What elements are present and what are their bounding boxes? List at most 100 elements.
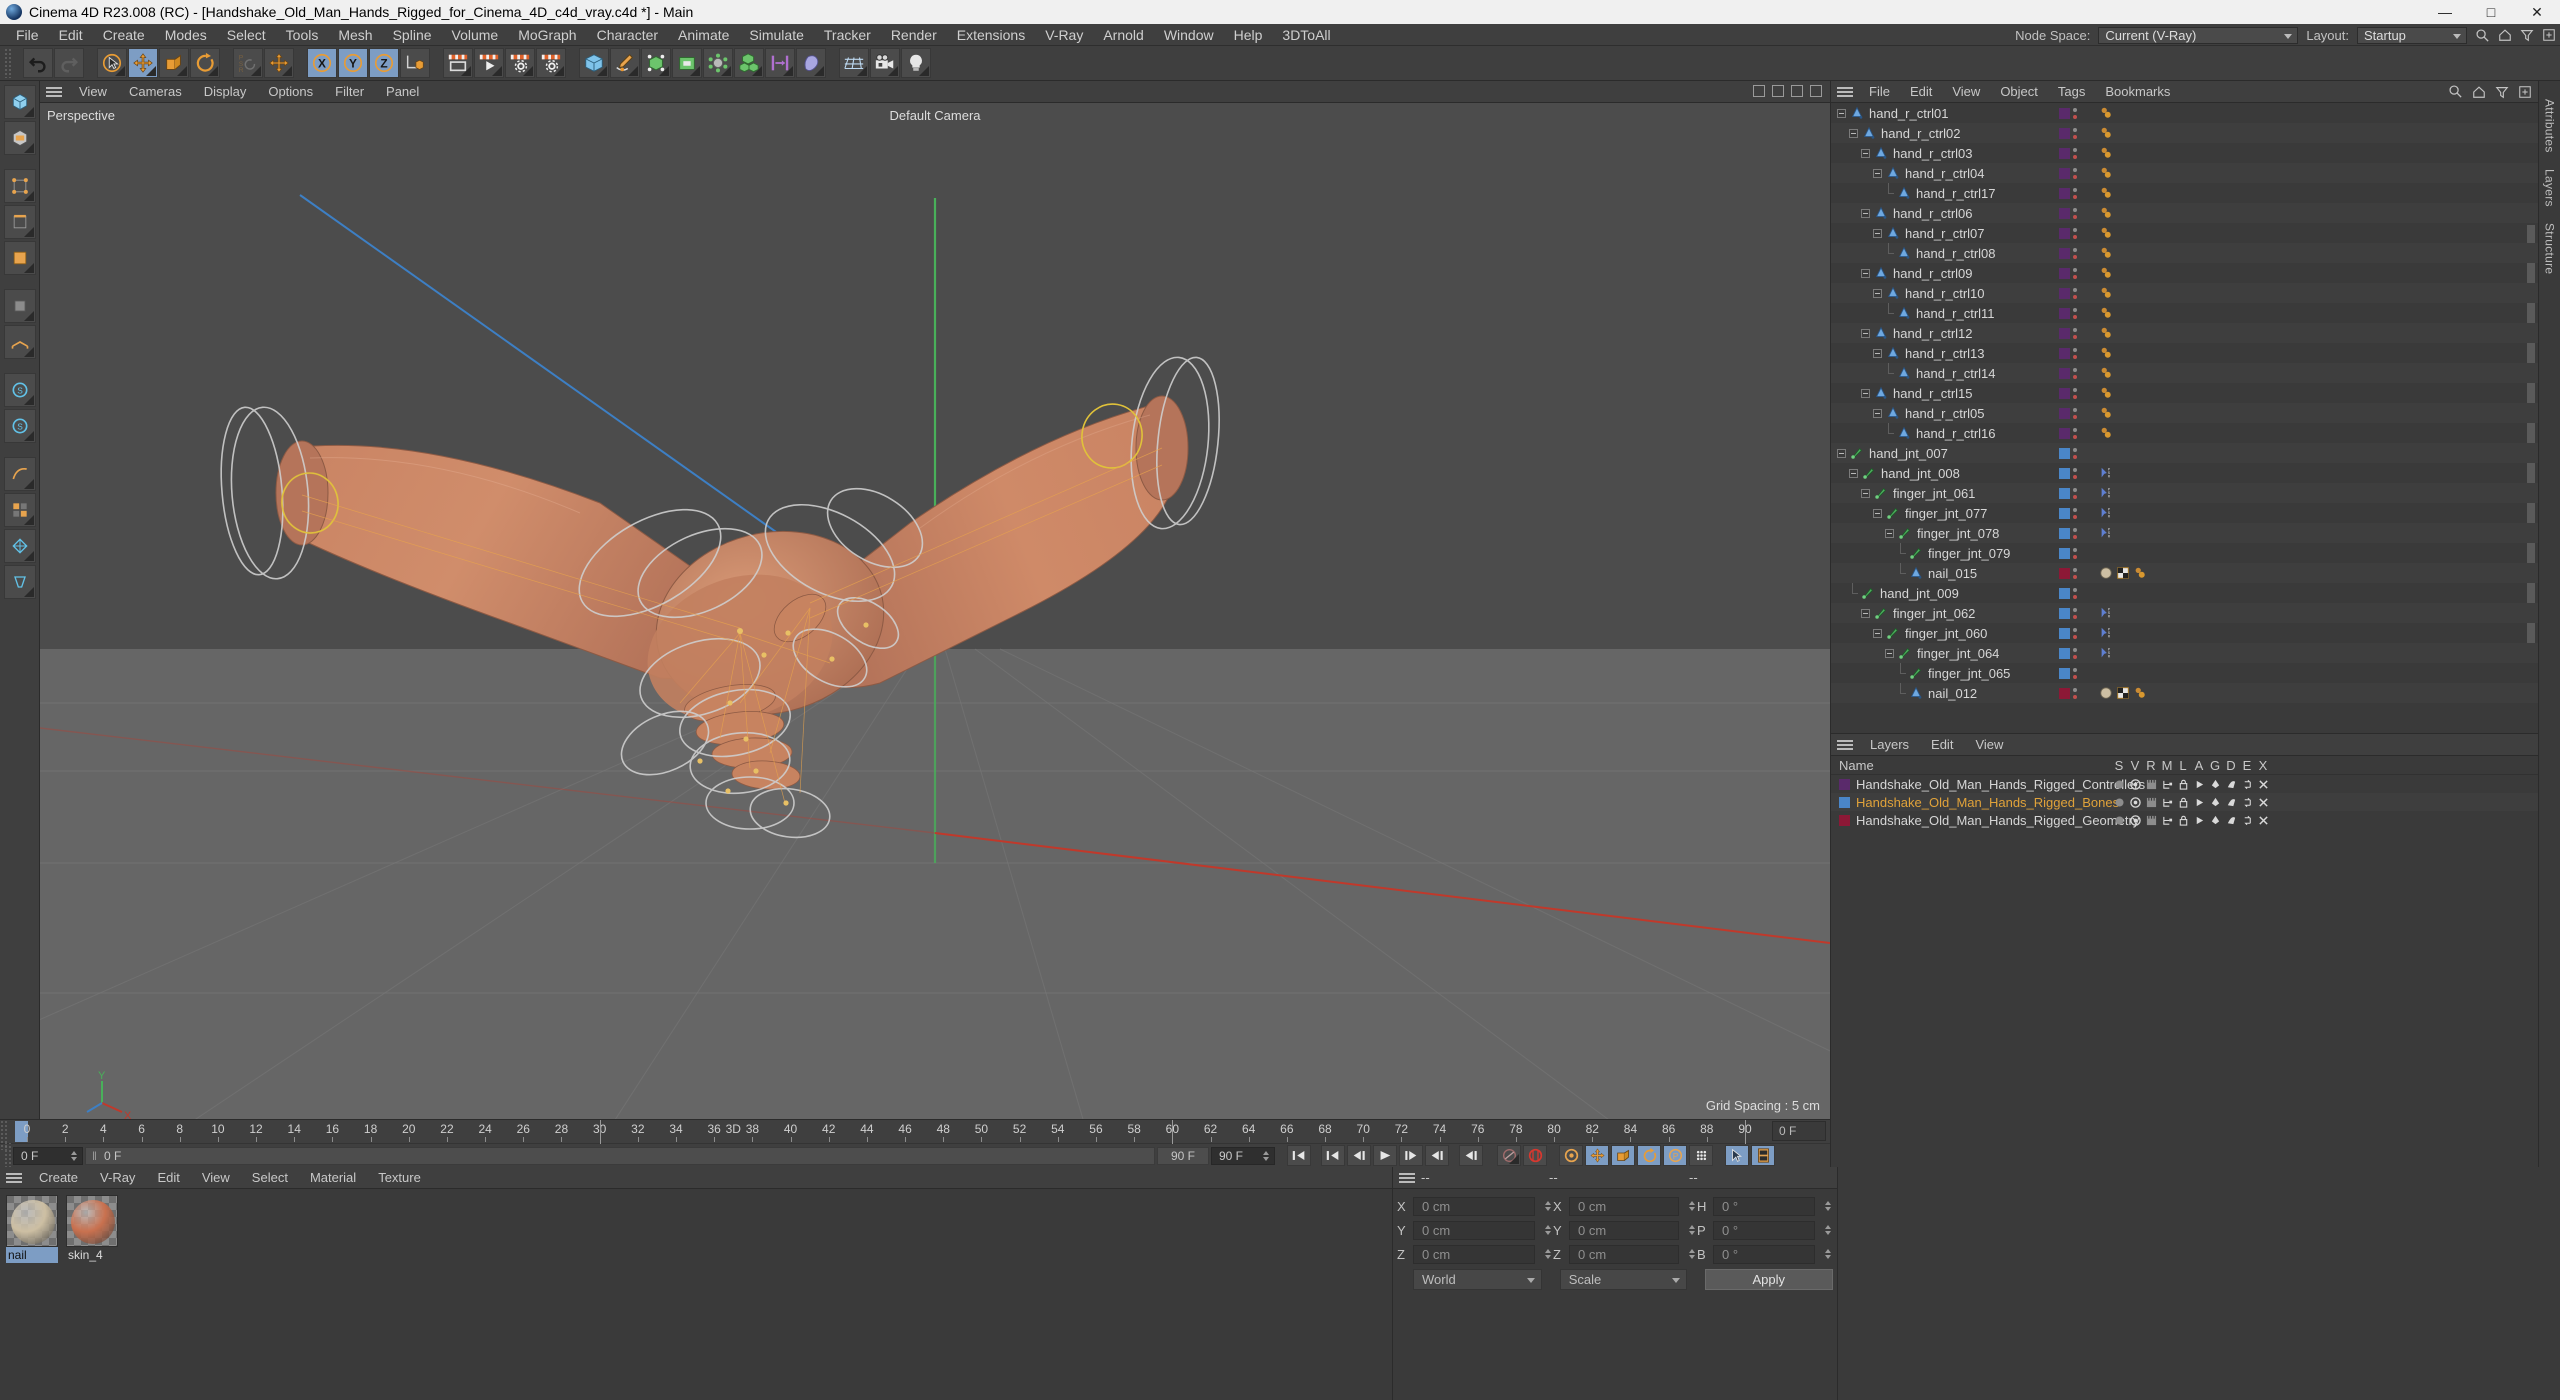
object-visibility-toggle[interactable] [2072,686,2078,700]
material-swatch[interactable]: nail [6,1195,58,1400]
layer-manager-toggle[interactable] [2159,815,2175,826]
object-visibility-toggle[interactable] [2072,466,2078,480]
size-z-input[interactable]: 0 cm [1569,1244,1679,1264]
side-tab-layers[interactable]: Layers [2543,161,2557,215]
live-selection-tool[interactable] [97,48,127,78]
object-visibility-dots[interactable] [2059,225,2078,241]
object-tree-row[interactable]: finger_jnt_060 P S R [1831,623,2538,643]
uv-mesh-button[interactable] [3,529,36,563]
node-space-dropdown[interactable]: Current (V-Ray) [2098,26,2299,44]
object-menu-item-tags[interactable]: Tags [2048,84,2095,99]
psr-lock-tool[interactable]: PSR [233,48,263,78]
object-visibility-toggle[interactable] [2072,166,2078,180]
object-tree-row[interactable]: hand_r_ctrl14 [1831,363,2538,383]
window-controls[interactable]: — □ ✕ [2422,0,2560,24]
material-menu-item-texture[interactable]: Texture [367,1170,432,1185]
size-y-spinner[interactable] [1687,1223,1697,1237]
layer-visible-toggle[interactable] [2127,814,2143,826]
object-visibility-toggle[interactable] [2072,226,2078,240]
object-tag-icons[interactable]: PSR [2099,625,2113,641]
object-visibility-toggle[interactable] [2072,306,2078,320]
tree-collapse-toggle[interactable] [1849,468,1858,478]
layer-color-chip[interactable] [1839,796,1850,808]
object-layer-color-chip[interactable] [2059,627,2070,639]
step-forward-button[interactable] [1399,1145,1423,1166]
object-visibility-dots[interactable] [2059,365,2078,381]
add-array-object-button[interactable] [672,48,702,78]
timeline-ruler-bar[interactable]: 0246810121416182022242628303234363840424… [0,1119,1830,1150]
move-axis-tool[interactable] [264,48,294,78]
menu-item-file[interactable]: File [6,24,49,46]
layer-solo-toggle[interactable] [2111,797,2127,808]
object-layer-color-chip[interactable] [2059,587,2070,599]
object-layer-color-chip[interactable] [2059,207,2070,219]
psr-constraint-tag-icon[interactable]: PSR [2099,506,2113,520]
object-menu-item-object[interactable]: Object [1990,84,2048,99]
uv-unwrap-button[interactable] [3,565,36,599]
tree-collapse-toggle[interactable] [1861,268,1870,278]
object-tree-row[interactable]: finger_jnt_062 P S R [1831,603,2538,623]
object-visibility-dots[interactable] [2059,205,2078,221]
object-visibility-dots[interactable] [2059,665,2078,681]
material-tag-icon[interactable] [2099,686,2113,700]
object-tag-icons[interactable]: PSR [2099,605,2113,621]
viewport-split-layout-icon[interactable] [1772,85,1784,97]
add-camera-button[interactable] [870,48,900,78]
uv-grid-button[interactable] [3,493,36,527]
layer-rows[interactable]: Handshake_Old_Man_Hands_Rigged_Controlle… [1831,775,2538,829]
object-visibility-toggle[interactable] [2072,666,2078,680]
redo-button[interactable] [54,48,84,78]
object-visibility-toggle[interactable] [2072,486,2078,500]
controller-tag-icon[interactable] [2099,186,2113,200]
object-layer-color-chip[interactable] [2059,167,2070,179]
layer-generators-toggle[interactable] [2207,797,2223,808]
preview-range-handle-icon[interactable]: ‖ [92,1149,97,1163]
layer-render-toggle[interactable] [2143,815,2159,826]
position-y-input[interactable]: 0 cm [1413,1220,1535,1240]
object-tag-icons[interactable] [2099,205,2113,221]
undo-button[interactable] [23,48,53,78]
render-queue-button[interactable] [505,48,535,78]
tree-collapse-toggle[interactable] [1861,388,1870,398]
controller-tag-icon[interactable] [2099,126,2113,140]
controller-tag-icon[interactable] [2099,206,2113,220]
texture-mode-button[interactable] [3,121,36,155]
object-visibility-toggle[interactable] [2072,406,2078,420]
layer-row[interactable]: Handshake_Old_Man_Hands_Rigged_Geometry [1831,811,2538,829]
object-layer-color-chip[interactable] [2059,327,2070,339]
menu-item-extensions[interactable]: Extensions [947,24,1035,46]
object-layer-color-chip[interactable] [2059,647,2070,659]
menu-item-mograph[interactable]: MoGraph [508,24,586,46]
viewport-maximize-icon[interactable] [1810,85,1822,97]
add-nurbs-button[interactable] [641,48,671,78]
layer-visible-toggle[interactable] [2127,778,2143,790]
coordinate-system-select[interactable]: World [1413,1269,1542,1290]
object-visibility-toggle[interactable] [2072,626,2078,640]
object-layer-color-chip[interactable] [2059,107,2070,119]
object-tree-row[interactable]: hand_r_ctrl02 [1831,123,2538,143]
object-visibility-dots[interactable] [2059,305,2078,321]
render-to-picture-viewer-button[interactable] [474,48,504,78]
menu-item-help[interactable]: Help [1224,24,1273,46]
object-tree-row[interactable]: hand_r_ctrl01 [1831,103,2538,123]
close-button[interactable]: ✕ [2514,0,2560,24]
object-visibility-dots[interactable] [2059,605,2078,621]
controller-tag-icon[interactable] [2099,366,2113,380]
object-layer-color-chip[interactable] [2059,187,2070,199]
object-visibility-dots[interactable] [2059,125,2078,141]
go-to-next-key-button[interactable] [1425,1145,1449,1166]
object-new-layout-icon[interactable] [2518,85,2532,99]
layer-deformers-toggle[interactable] [2223,815,2239,826]
object-tag-icons[interactable]: PSR [2099,485,2113,501]
menu-item-v-ray[interactable]: V-Ray [1035,24,1093,46]
object-tree-row[interactable]: finger_jnt_077 P S R [1831,503,2538,523]
add-deformer-button[interactable] [703,48,733,78]
size-x-spinner[interactable] [1687,1199,1697,1213]
menu-item-arnold[interactable]: Arnold [1093,24,1153,46]
menu-item-simulate[interactable]: Simulate [739,24,813,46]
material-preview[interactable] [66,1195,118,1247]
enable-axis-button[interactable] [3,289,36,323]
object-visibility-toggle[interactable] [2072,546,2078,560]
controller-tag-icon[interactable] [2099,386,2113,400]
keyframe-settings-button[interactable] [1559,1145,1583,1166]
